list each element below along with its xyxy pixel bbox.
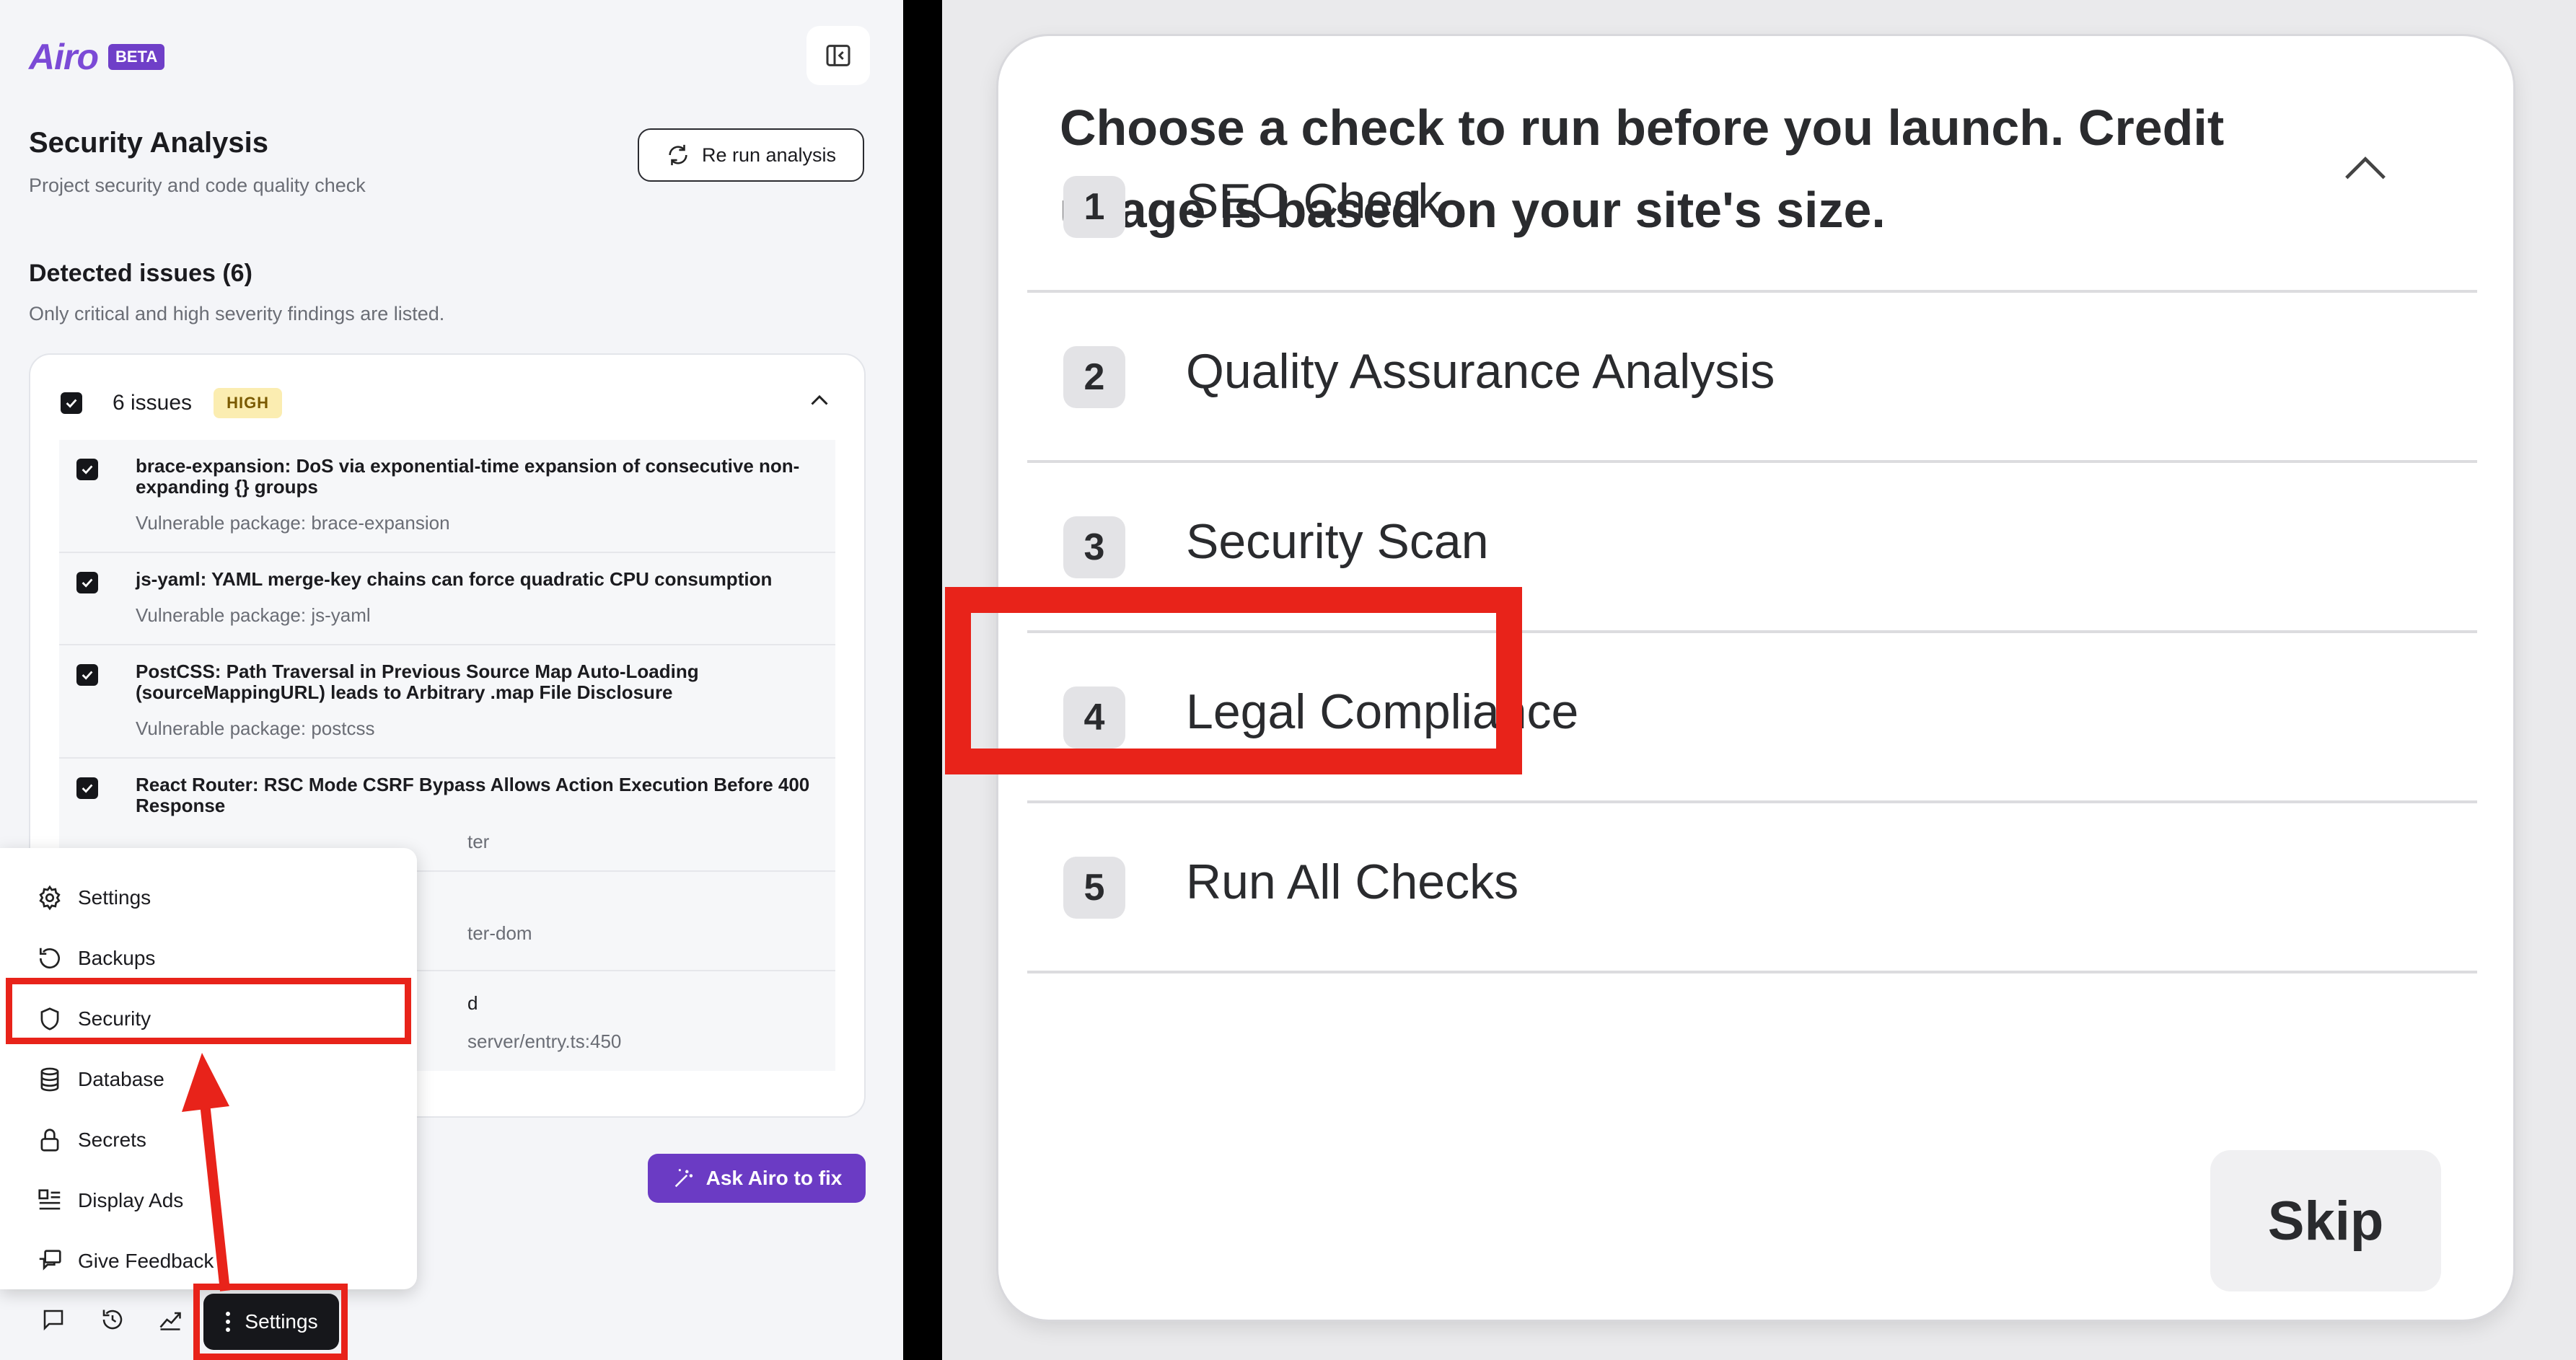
database-icon bbox=[40, 1067, 59, 1092]
beta-badge: BETA bbox=[108, 44, 165, 70]
menu-label: Database bbox=[78, 1068, 164, 1090]
security-scan-highlight-box bbox=[945, 587, 1522, 774]
issue-checkbox[interactable] bbox=[76, 777, 98, 799]
check-icon bbox=[66, 399, 77, 408]
skip-button[interactable]: Skip bbox=[2210, 1150, 2441, 1291]
option-number: 1 bbox=[1063, 176, 1125, 238]
check-option-run-all[interactable]: 5 Run All Checks bbox=[1027, 803, 2477, 973]
option-number: 5 bbox=[1063, 857, 1125, 919]
detected-issues-subtitle: Only critical and high severity findings… bbox=[29, 303, 445, 324]
issue-checkbox[interactable] bbox=[76, 459, 98, 480]
annotation-arrow bbox=[182, 1053, 230, 1291]
check-dialog-panel: Choose a check to run before you launch.… bbox=[942, 0, 2576, 1360]
history-icon bbox=[39, 948, 60, 969]
ads-layout-icon bbox=[38, 1189, 61, 1210]
page-title: Security Analysis bbox=[29, 127, 269, 159]
issue-title: PostCSS: Path Traversal in Previous Sour… bbox=[136, 661, 699, 703]
security-panel: Airo BETA Security Analysis Project secu… bbox=[0, 0, 903, 1360]
check-icon bbox=[82, 784, 93, 793]
refresh-icon bbox=[669, 144, 687, 166]
option-label: SEO Check bbox=[1186, 174, 1443, 229]
check-icon bbox=[82, 671, 93, 680]
option-label: Quality Assurance Analysis bbox=[1186, 344, 1775, 399]
detected-issues-title: Detected issues (6) bbox=[29, 260, 252, 287]
panel-divider bbox=[903, 0, 942, 1360]
menu-label: Settings bbox=[78, 886, 151, 909]
issue-package: Vulnerable package: js-yaml bbox=[136, 604, 371, 626]
ask-airo-label: Ask Airo to fix bbox=[705, 1167, 843, 1189]
brand-logo[interactable]: Airo BETA bbox=[29, 36, 165, 78]
issue-package: ter-dom bbox=[467, 922, 532, 944]
check-icon bbox=[82, 465, 93, 474]
issue-package: Vulnerable package: brace-expansion bbox=[136, 512, 450, 534]
ask-airo-fix-button[interactable]: Ask Airo to fix bbox=[648, 1154, 866, 1203]
option-number: 2 bbox=[1063, 346, 1125, 408]
menu-label: Backups bbox=[78, 947, 156, 969]
issue-checkbox[interactable] bbox=[76, 572, 98, 593]
rerun-analysis-button[interactable]: Re run analysis bbox=[638, 128, 864, 182]
check-option-seo[interactable]: 1 SEO Check bbox=[1027, 123, 2477, 293]
magic-wand-icon bbox=[674, 1169, 693, 1188]
issue-checkbox[interactable] bbox=[76, 664, 98, 686]
analytics-icon[interactable] bbox=[157, 1307, 183, 1333]
menu-label: Secrets bbox=[78, 1129, 146, 1151]
page-subtitle: Project security and code quality check bbox=[29, 175, 366, 196]
issue-package: Vulnerable package: postcss bbox=[136, 717, 375, 739]
history-icon[interactable] bbox=[100, 1307, 126, 1333]
check-icon bbox=[82, 578, 93, 588]
issue-title: React Router: RSC Mode CSRF Bypass Allow… bbox=[136, 774, 810, 816]
severity-badge: HIGH bbox=[214, 388, 283, 418]
menu-label: Display Ads bbox=[78, 1189, 184, 1211]
menu-item-display-ads[interactable]: Display Ads bbox=[36, 1187, 183, 1214]
brand-name: Airo bbox=[29, 37, 99, 77]
menu-item-settings[interactable]: Settings bbox=[36, 884, 151, 911]
settings-highlight-box bbox=[193, 1284, 348, 1360]
screenshot-root: Airo BETA Security Analysis Project secu… bbox=[0, 0, 2576, 1360]
option-label: Security Scan bbox=[1186, 514, 1489, 569]
issues-count: 6 issues bbox=[113, 391, 193, 415]
lock-icon bbox=[40, 1129, 59, 1152]
sidebar-collapse-icon bbox=[826, 45, 850, 66]
issue-item[interactable]: brace-expansion: DoS via exponential-tim… bbox=[59, 440, 835, 553]
issue-item[interactable]: PostCSS: Path Traversal in Previous Sour… bbox=[59, 645, 835, 759]
option-label: Run All Checks bbox=[1186, 855, 1519, 909]
select-all-checkbox[interactable] bbox=[61, 392, 82, 414]
option-number: 3 bbox=[1063, 516, 1125, 578]
security-highlight-box bbox=[6, 978, 411, 1044]
issues-group-header[interactable]: 6 issues HIGH bbox=[61, 388, 283, 418]
issue-title: js-yaml: YAML merge-key chains can force… bbox=[136, 568, 773, 590]
issue-item[interactable]: js-yaml: YAML merge-key chains can force… bbox=[59, 553, 835, 645]
issue-title: d bbox=[467, 992, 478, 1014]
chevron-up-icon[interactable] bbox=[806, 388, 832, 414]
menu-item-database[interactable]: Database bbox=[36, 1066, 164, 1093]
issue-package: server/entry.ts:450 bbox=[467, 1030, 622, 1052]
rerun-label: Re run analysis bbox=[701, 143, 837, 166]
gear-icon bbox=[39, 885, 61, 911]
feedback-icon bbox=[39, 1250, 61, 1271]
chat-icon[interactable] bbox=[40, 1307, 66, 1333]
menu-item-backups[interactable]: Backups bbox=[36, 945, 155, 972]
collapse-sidebar-button[interactable] bbox=[806, 26, 870, 85]
menu-item-secrets[interactable]: Secrets bbox=[36, 1126, 146, 1154]
check-option-qa[interactable]: 2 Quality Assurance Analysis bbox=[1027, 293, 2477, 463]
issue-title: brace-expansion: DoS via exponential-tim… bbox=[136, 455, 800, 498]
